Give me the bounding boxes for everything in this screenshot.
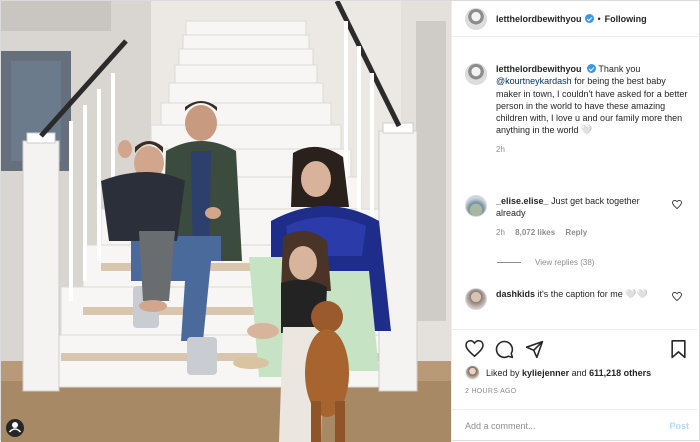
liker-username[interactable]: kyliejenner: [522, 368, 569, 378]
caption-meta: 2h: [496, 145, 689, 154]
liker-avatar[interactable]: [465, 365, 480, 380]
comment-heart-icon[interactable]: [672, 200, 682, 209]
action-icons: [465, 340, 689, 360]
caption-verified-badge-icon: [587, 64, 597, 73]
caption-time: 2h: [496, 144, 505, 154]
post-timestamp[interactable]: 2 HOURS AGO: [465, 388, 517, 395]
author-avatar[interactable]: [465, 7, 487, 30]
caption-text: letthelordbewithyou Thank you @kourtneyk…: [496, 63, 689, 137]
comment-row: _elise.elise_ Just get back together alr…: [465, 195, 689, 237]
comment-text: _elise.elise_ Just get back together alr…: [496, 195, 661, 220]
post-side-panel: letthelordbewithyou • Following letthelo…: [451, 1, 700, 442]
comment-heart-icon[interactable]: [672, 292, 682, 301]
comments-scroll-area[interactable]: letthelordbewithyou Thank you @kourtneyk…: [452, 38, 700, 328]
comment-username[interactable]: _elise.elise_: [496, 196, 549, 206]
comment-row: dashkids it's the caption for me 🤍🤍: [465, 288, 689, 310]
comment-body: it's the caption for me 🤍🤍: [537, 289, 648, 299]
bookmark-icon[interactable]: [670, 340, 687, 359]
post-comment-button[interactable]: Post: [669, 421, 689, 431]
comment-text: dashkids it's the caption for me 🤍🤍: [496, 288, 661, 300]
post-header: letthelordbewithyou • Following: [452, 1, 700, 37]
caption-avatar[interactable]: [465, 63, 487, 85]
view-replies-line: [497, 262, 521, 263]
caption-mention-link[interactable]: @kourtneykardash: [496, 76, 572, 86]
comment-reply-button[interactable]: Reply: [565, 228, 587, 237]
heart-icon[interactable]: [465, 340, 484, 357]
caption-username[interactable]: letthelordbewithyou: [496, 64, 582, 74]
likes-prefix: Liked by: [486, 367, 520, 378]
post-photo[interactable]: [1, 1, 451, 442]
view-replies-button[interactable]: View replies (38): [497, 258, 594, 267]
share-icon[interactable]: [525, 340, 544, 359]
verified-badge-icon: [584, 14, 594, 23]
add-comment-bar: Add a comment... Post: [452, 409, 700, 442]
comment-icon[interactable]: [495, 340, 514, 359]
add-comment-input[interactable]: Add a comment...: [465, 421, 536, 431]
likes-count[interactable]: 611,218 others: [589, 368, 651, 378]
comment-time: 2h: [496, 227, 505, 237]
likes-summary[interactable]: Liked by kyliejenner and 611,218 others: [465, 365, 651, 380]
view-replies-label[interactable]: View replies (38): [535, 258, 594, 267]
comment-username[interactable]: dashkids: [496, 289, 535, 299]
comment-avatar[interactable]: [465, 288, 487, 310]
header-separator: •: [597, 13, 601, 24]
caption-row: letthelordbewithyou Thank you @kourtneyk…: [465, 63, 689, 154]
author-username[interactable]: letthelordbewithyou: [496, 14, 582, 24]
caption-text-before: Thank you: [598, 64, 641, 74]
family-on-stairs-photo: [1, 1, 451, 442]
comment-avatar[interactable]: [465, 195, 487, 217]
comment-meta: 2h 8,072 likes Reply: [496, 228, 661, 237]
comment-likes-count[interactable]: 8,072 likes: [515, 228, 555, 237]
follow-status-button[interactable]: Following: [605, 14, 647, 24]
instagram-post: letthelordbewithyou • Following letthelo…: [0, 0, 700, 442]
likes-middle: and: [571, 367, 587, 378]
